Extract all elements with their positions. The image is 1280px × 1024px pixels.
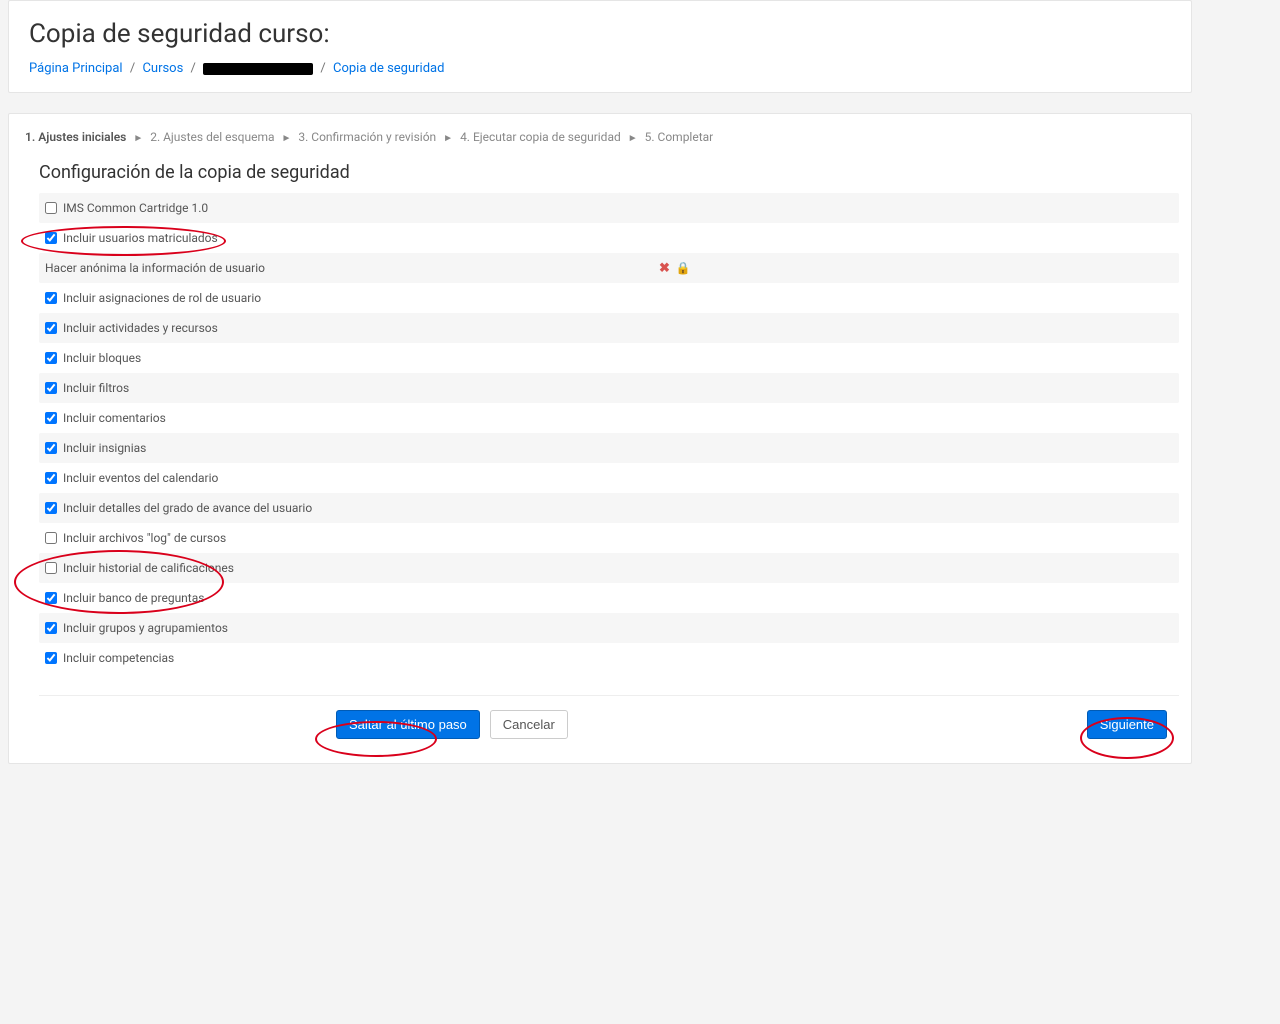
breadcrumb-courses[interactable]: Cursos (142, 61, 183, 76)
setting-label: Incluir asignaciones de rol de usuario (63, 291, 261, 305)
setting-label: IMS Common Cartridge 1.0 (63, 201, 208, 215)
page-title: Copia de seguridad curso: (29, 19, 1171, 49)
setting-label: Incluir grupos y agrupamientos (63, 621, 228, 635)
breadcrumb-home[interactable]: Página Principal (29, 61, 123, 76)
cancel-button[interactable]: Cancelar (490, 710, 568, 739)
setting-row: Incluir competencias (39, 643, 1179, 673)
breadcrumb: Página Principal / Cursos / / Copia de s… (29, 61, 1171, 76)
setting-checkbox[interactable] (45, 292, 57, 304)
setting-row: Incluir actividades y recursos (39, 313, 1179, 343)
stepper-arrow-icon: ► (628, 133, 638, 144)
disabled-icon: ✖ (659, 261, 670, 276)
setting-label: Incluir eventos del calendario (63, 471, 218, 485)
breadcrumb-sep: / (191, 61, 196, 76)
setting-checkbox[interactable] (45, 232, 57, 244)
setting-checkbox[interactable] (45, 352, 57, 364)
setting-label: Incluir competencias (63, 651, 174, 665)
setting-row: IMS Common Cartridge 1.0 (39, 193, 1179, 223)
lock-icon: 🔒 (676, 261, 691, 275)
setting-row: Incluir grupos y agrupamientos (39, 613, 1179, 643)
setting-checkbox[interactable] (45, 202, 57, 214)
setting-row: Incluir detalles del grado de avance del… (39, 493, 1179, 523)
setting-label: Incluir insignias (63, 441, 146, 455)
setting-label: Incluir banco de preguntas (63, 591, 204, 605)
setting-row: Incluir comentarios (39, 403, 1179, 433)
stepper-arrow-icon: ► (133, 133, 143, 144)
setting-row: Incluir insignias (39, 433, 1179, 463)
setting-row: Incluir banco de preguntas (39, 583, 1179, 613)
setting-row: Incluir filtros (39, 373, 1179, 403)
stepper: 1. Ajustes iniciales ► 2. Ajustes del es… (21, 130, 1179, 144)
breadcrumb-sep: / (320, 61, 325, 76)
button-bar: Saltar al último paso Cancelar Siguiente (39, 695, 1179, 739)
header-card: Copia de seguridad curso: Página Princip… (8, 0, 1192, 93)
setting-row: Incluir archivos "log" de cursos (39, 523, 1179, 553)
setting-label: Incluir archivos "log" de cursos (63, 531, 226, 545)
setting-checkbox[interactable] (45, 622, 57, 634)
step-5: 5. Completar (645, 130, 714, 144)
setting-checkbox[interactable] (45, 532, 57, 544)
setting-checkbox[interactable] (45, 382, 57, 394)
step-4: 4. Ejecutar copia de seguridad (460, 130, 621, 144)
setting-label: Incluir bloques (63, 351, 141, 365)
setting-label: Incluir detalles del grado de avance del… (63, 501, 312, 515)
setting-label: Incluir actividades y recursos (63, 321, 218, 335)
setting-checkbox[interactable] (45, 442, 57, 454)
setting-checkbox[interactable] (45, 562, 57, 574)
skip-to-last-button[interactable]: Saltar al último paso (336, 710, 480, 739)
step-3: 3. Confirmación y revisión (298, 130, 436, 144)
stepper-arrow-icon: ► (282, 133, 292, 144)
step-1: 1. Ajustes iniciales (25, 130, 126, 144)
breadcrumb-course-name[interactable] (203, 61, 313, 76)
setting-row: Incluir historial de calificaciones (39, 553, 1179, 583)
setting-label: Hacer anónima la información de usuario (45, 261, 265, 275)
setting-checkbox[interactable] (45, 502, 57, 514)
setting-row: Hacer anónima la información de usuario ✖… (39, 253, 1179, 283)
setting-label: Incluir usuarios matriculados (63, 231, 218, 245)
setting-label: Incluir historial de calificaciones (63, 561, 234, 575)
setting-label: Incluir comentarios (63, 411, 166, 425)
setting-checkbox[interactable] (45, 322, 57, 334)
setting-row: Incluir bloques (39, 343, 1179, 373)
stepper-arrow-icon: ► (443, 133, 453, 144)
main-card: 1. Ajustes iniciales ► 2. Ajustes del es… (8, 113, 1192, 764)
setting-row: Incluir asignaciones de rol de usuario (39, 283, 1179, 313)
setting-checkbox[interactable] (45, 412, 57, 424)
setting-row: Incluir usuarios matriculados (39, 223, 1179, 253)
settings-list: IMS Common Cartridge 1.0 Incluir usuarios… (39, 193, 1179, 673)
setting-lock-icons: ✖🔒 (659, 261, 691, 276)
step-2: 2. Ajustes del esquema (150, 130, 274, 144)
breadcrumb-sep: / (130, 61, 135, 76)
setting-checkbox[interactable] (45, 652, 57, 664)
breadcrumb-current[interactable]: Copia de seguridad (333, 61, 444, 76)
next-button[interactable]: Siguiente (1087, 710, 1167, 739)
setting-checkbox[interactable] (45, 592, 57, 604)
setting-checkbox[interactable] (45, 472, 57, 484)
section-title: Configuración de la copia de seguridad (39, 162, 1179, 183)
setting-row: Incluir eventos del calendario (39, 463, 1179, 493)
redacted-text (203, 63, 313, 75)
setting-label: Incluir filtros (63, 381, 129, 395)
